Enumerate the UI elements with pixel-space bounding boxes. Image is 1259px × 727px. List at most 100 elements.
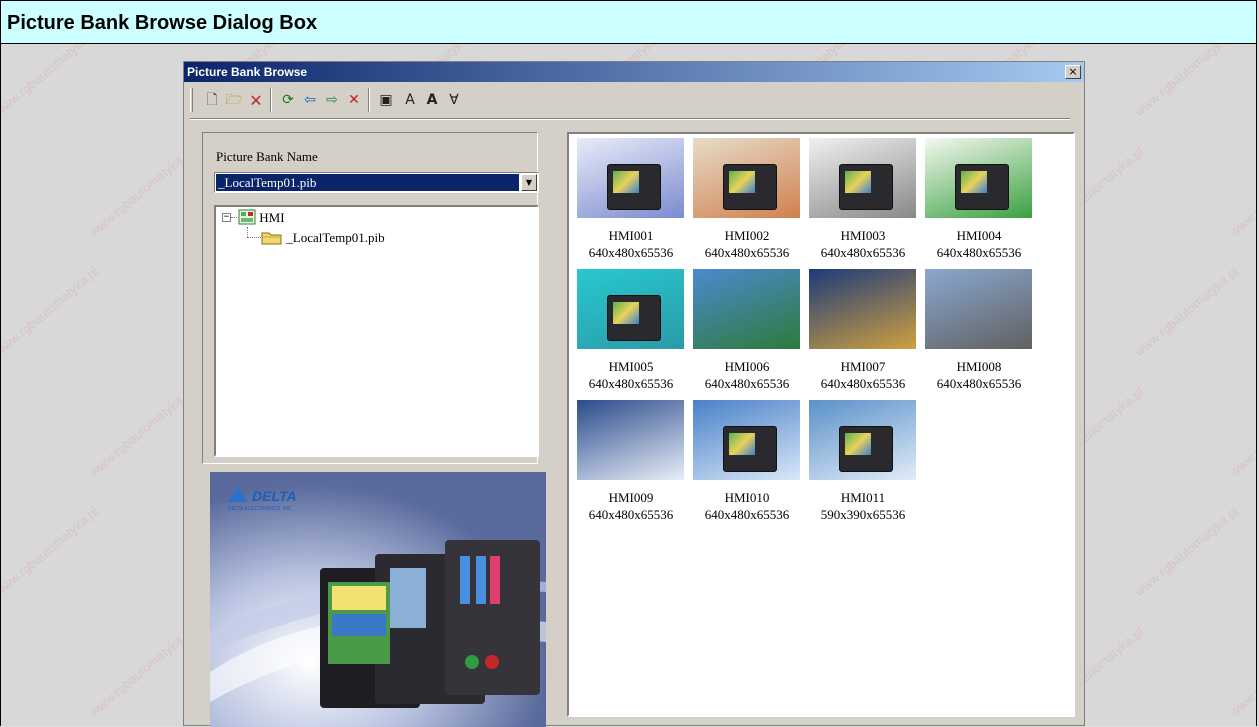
picture-name: HMI006 bbox=[724, 359, 770, 374]
picture-icon: ▣ bbox=[379, 92, 393, 108]
hmi-device-image bbox=[723, 426, 777, 472]
toolbar-separator bbox=[270, 88, 272, 112]
document-header: Picture Bank Browse Dialog Box bbox=[0, 0, 1257, 44]
chevron-down-icon[interactable]: ▼ bbox=[521, 174, 537, 191]
document-title: Picture Bank Browse Dialog Box bbox=[7, 12, 318, 34]
toolbar-separator bbox=[368, 88, 370, 112]
picture-name: HMI001 bbox=[608, 228, 654, 243]
tree-connector bbox=[231, 217, 237, 218]
picture-size: 640x480x65536 bbox=[936, 245, 1022, 260]
delete-bank-button[interactable]: 🗙 bbox=[246, 90, 266, 110]
picture-thumbnail[interactable] bbox=[693, 400, 800, 480]
picture-name: HMI002 bbox=[724, 228, 770, 243]
watermark-text: www.rgbautomatyka.pl bbox=[1226, 383, 1257, 480]
close-icon: × bbox=[1068, 65, 1078, 78]
dialog-titlebar: Picture Bank Browse × bbox=[184, 62, 1084, 82]
picture-size: 640x480x65536 bbox=[704, 507, 790, 522]
tree-item-hmi[interactable]: HMI bbox=[238, 209, 285, 226]
picture-thumbnail[interactable] bbox=[577, 138, 684, 218]
hmi-device-image bbox=[607, 295, 661, 341]
watermark-text: www.rgbautomatyka.pl bbox=[1226, 143, 1257, 240]
export-button[interactable]: ⇨ bbox=[322, 90, 342, 110]
picture-name: HMI008 bbox=[956, 359, 1002, 374]
hmi-screen-image bbox=[961, 171, 987, 193]
picture-thumbnail[interactable] bbox=[925, 269, 1032, 349]
watermark-text: www.rgbautomatyka.pl bbox=[0, 503, 102, 600]
hmi-screen-image bbox=[729, 171, 755, 193]
picture-name: HMI009 bbox=[608, 490, 654, 505]
delete-bank-icon: 🗙 bbox=[250, 92, 262, 108]
hmi-device-image bbox=[955, 164, 1009, 210]
tree-collapse-button[interactable]: − bbox=[222, 213, 231, 222]
open-bank-button[interactable]: 🗁 bbox=[224, 90, 244, 110]
brand-logo-text: DELTA bbox=[252, 488, 297, 504]
new-bank-button[interactable]: 🗋 bbox=[202, 90, 222, 110]
font-down-button[interactable]: ∀ bbox=[444, 90, 464, 110]
picture-thumbnail[interactable] bbox=[809, 269, 916, 349]
hmi-device-image bbox=[723, 164, 777, 210]
bank-name-label: Picture Bank Name bbox=[216, 149, 318, 164]
font-bold-button[interactable]: A bbox=[422, 90, 442, 110]
import-button[interactable]: ⇦ bbox=[300, 90, 320, 110]
picture-size: 640x480x65536 bbox=[588, 376, 674, 391]
picture-size: 640x480x65536 bbox=[936, 376, 1022, 391]
tree-connector bbox=[247, 227, 248, 237]
picture-size: 640x480x65536 bbox=[588, 507, 674, 522]
close-button[interactable]: × bbox=[1065, 65, 1081, 79]
picture-thumbnail[interactable] bbox=[577, 400, 684, 480]
watermark-text: www.rgbautomatyka.pl bbox=[0, 44, 102, 120]
hmi-screen-image bbox=[613, 302, 639, 324]
hmi-screen-image bbox=[845, 433, 871, 455]
bank-tree: − HMI _LocalTemp01.pib bbox=[214, 205, 539, 457]
tree-connector bbox=[247, 237, 261, 238]
picture-button[interactable]: ▣ bbox=[376, 90, 396, 110]
picture-name: HMI011 bbox=[840, 490, 886, 505]
font-bold-icon: A bbox=[426, 92, 438, 108]
export-icon: ⇨ bbox=[326, 92, 338, 108]
refresh-icon: ⟳ bbox=[282, 92, 294, 108]
watermark-text: www.rgbautomatyka.pl bbox=[1131, 263, 1242, 360]
bank-name-value: _LocalTemp01.pib bbox=[216, 174, 519, 191]
picture-name: HMI003 bbox=[840, 228, 886, 243]
picture-preview: DELTA DELTA ELECTRONICS, INC. bbox=[210, 472, 546, 727]
picture-grid: HMI001 640x480x65536 HMI002 640x480x65536 HM… bbox=[567, 132, 1075, 717]
tree-item-bank-file[interactable]: _LocalTemp01.pib bbox=[261, 229, 385, 246]
hmi-device-image bbox=[607, 164, 661, 210]
watermark-text: www.rgbautomatyka.pl bbox=[86, 143, 197, 240]
watermark-text: www.rgbautomatyka.pl bbox=[1131, 503, 1242, 600]
dialog-title: Picture Bank Browse bbox=[187, 65, 308, 79]
watermark-text: www.rgbautomatyka.pl bbox=[1131, 44, 1242, 120]
bank-name-select[interactable]: _LocalTemp01.pib ▼ bbox=[214, 172, 539, 193]
toolbar: 🗋 🗁 🗙 ⟳ ⇦ ⇨ ✕ ▣ A A ∀ bbox=[186, 86, 1076, 114]
picture-size: 640x480x65536 bbox=[588, 245, 674, 260]
hmi-project-icon bbox=[238, 209, 256, 225]
delete-picture-button[interactable]: ✕ bbox=[344, 90, 364, 110]
brand-tagline: DELTA ELECTRONICS, INC. bbox=[228, 506, 293, 512]
picture-size: 640x480x65536 bbox=[704, 245, 790, 260]
import-icon: ⇦ bbox=[304, 92, 316, 108]
open-bank-icon: 🗁 bbox=[225, 92, 243, 108]
picture-thumbnail[interactable] bbox=[693, 269, 800, 349]
picture-thumbnail[interactable] bbox=[809, 138, 916, 218]
folder-icon bbox=[261, 232, 282, 245]
hmi-screen-image bbox=[613, 171, 639, 193]
new-bank-icon: 🗋 bbox=[206, 92, 218, 108]
font-button[interactable]: A bbox=[400, 90, 420, 110]
picture-name: HMI005 bbox=[608, 359, 654, 374]
hmi-device-image bbox=[839, 426, 893, 472]
picture-name: HMI004 bbox=[956, 228, 1002, 243]
picture-thumbnail[interactable] bbox=[577, 269, 684, 349]
watermark-text: www.rgbautomatyka.pl bbox=[86, 623, 197, 720]
refresh-button[interactable]: ⟳ bbox=[278, 90, 298, 110]
picture-size: 640x480x65536 bbox=[704, 376, 790, 391]
picture-thumbnail[interactable] bbox=[925, 138, 1032, 218]
picture-size: 640x480x65536 bbox=[820, 245, 906, 260]
delete-picture-icon: ✕ bbox=[348, 92, 360, 108]
picture-thumbnail[interactable] bbox=[809, 400, 916, 480]
picture-size: 590x390x65536 bbox=[820, 507, 906, 522]
toolbar-grip[interactable] bbox=[190, 88, 193, 112]
picture-thumbnail[interactable] bbox=[693, 138, 800, 218]
watermark-text: www.rgbautomatyka.pl bbox=[0, 263, 102, 360]
tree-item-label: _LocalTemp01.pib bbox=[286, 230, 385, 245]
picture-bank-browse-dialog: Picture Bank Browse × 🗋 🗁 🗙 ⟳ ⇦ ⇨ ✕ ▣ A A ∀ Pictur… bbox=[183, 61, 1085, 727]
